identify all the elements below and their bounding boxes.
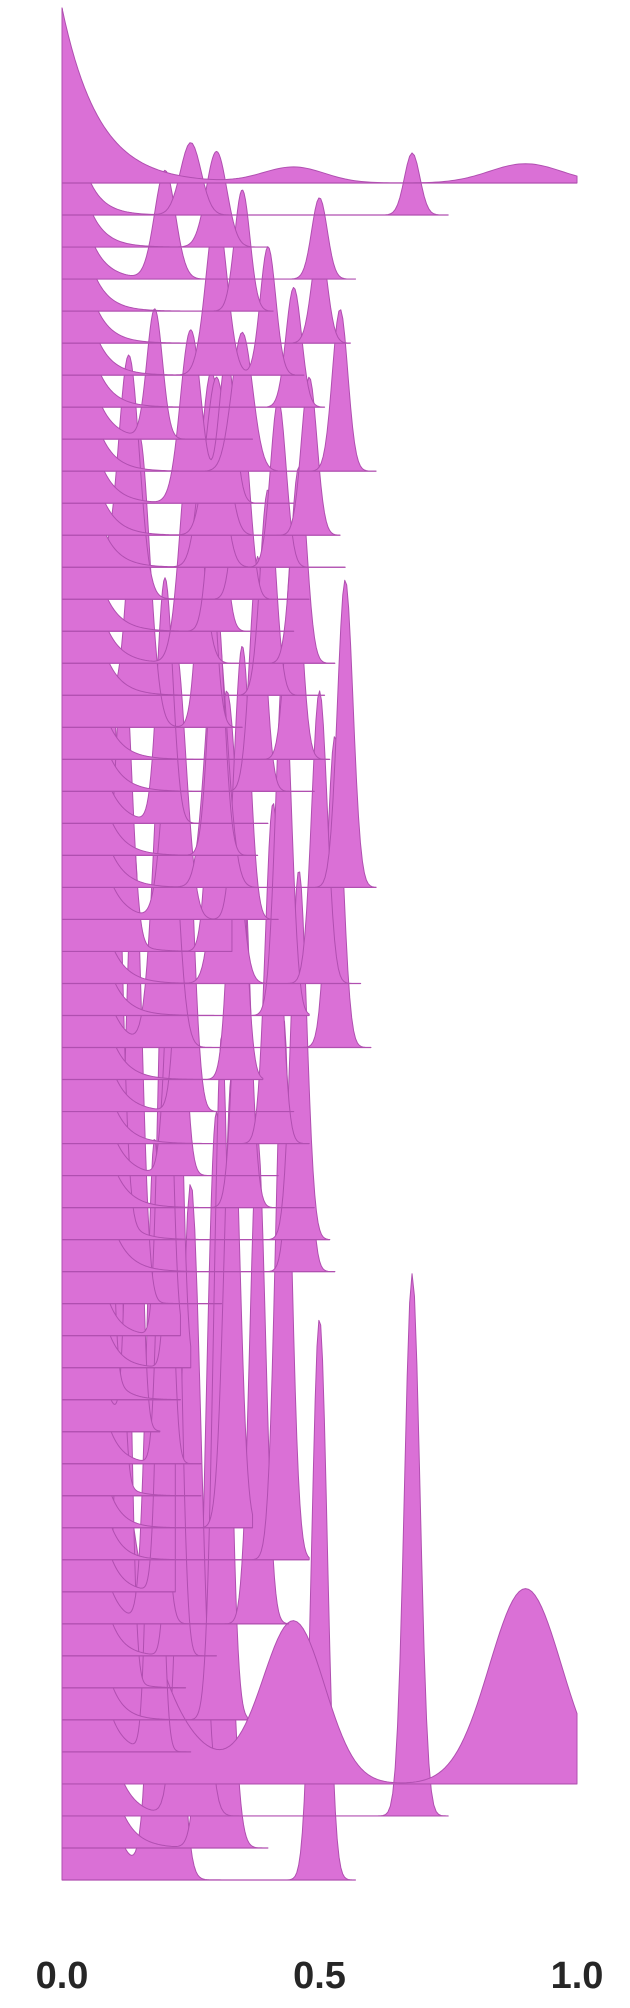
ridges-group bbox=[61, 7, 578, 1881]
ridge-0 bbox=[61, 7, 578, 184]
ridge-1 bbox=[61, 7, 449, 216]
x-tick-label-2: 1.0 bbox=[551, 1955, 604, 1997]
ridgeline-chart: 0.0 0.5 1.0 bbox=[36, 7, 604, 1997]
x-axis-ticks: 0.0 0.5 1.0 bbox=[36, 1955, 604, 1997]
x-tick-label-1: 0.5 bbox=[293, 1955, 346, 1997]
x-tick-label-0: 0.0 bbox=[36, 1955, 89, 1997]
